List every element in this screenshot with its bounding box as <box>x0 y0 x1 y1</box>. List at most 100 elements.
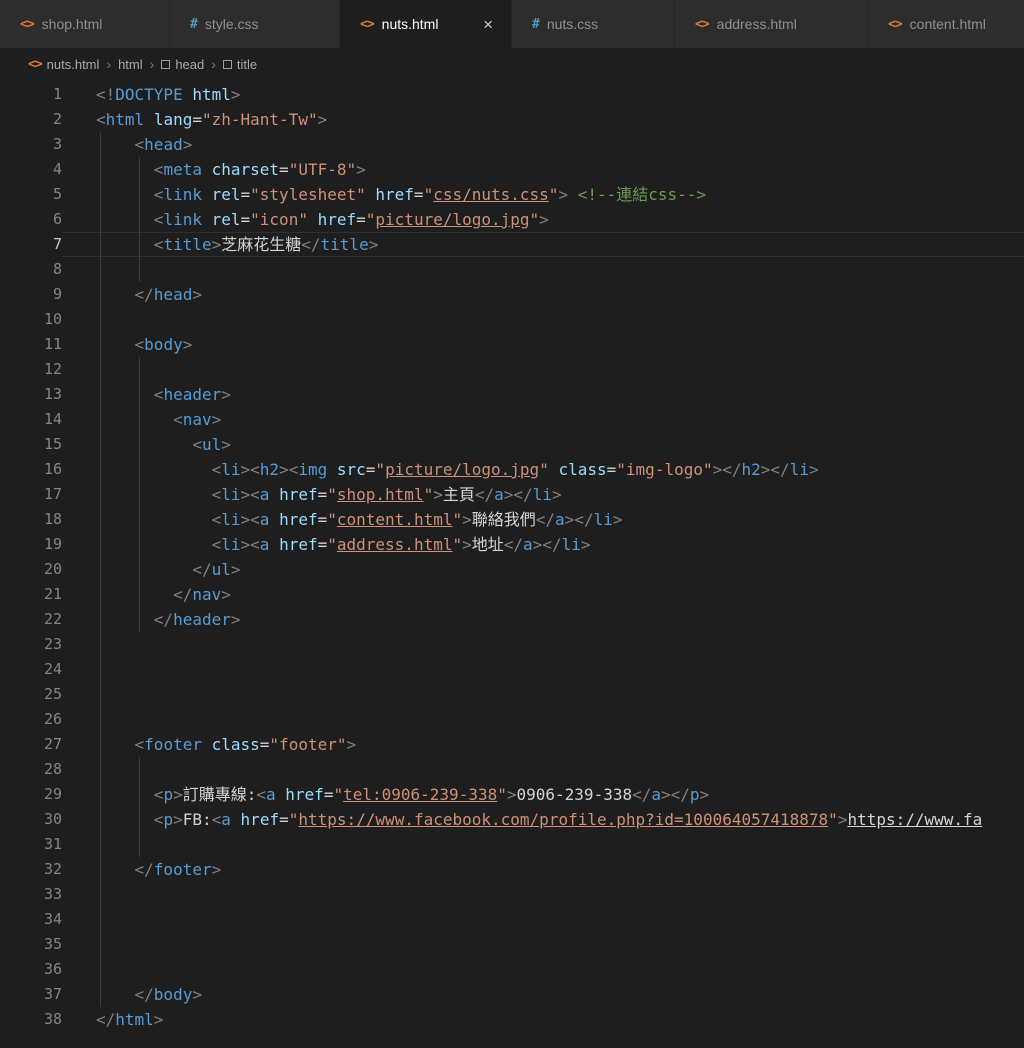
vscode-editor-window: <> shop.html # style.css <> nuts.html × # nuts.c… <box>0 0 1024 1048</box>
code-line-15[interactable]: 15 <ul> <box>0 432 1024 457</box>
breadcrumb-item-nuts.html[interactable]: <> nuts.html <box>28 57 99 72</box>
indent-guide <box>139 607 140 632</box>
token-op: = <box>317 535 328 554</box>
code-line-38[interactable]: 38 </html> <box>0 1007 1024 1032</box>
code-line-35[interactable]: 35 <box>0 932 1024 957</box>
code-line-31[interactable]: 31 <box>0 832 1024 857</box>
token-punct: < <box>211 460 222 479</box>
code-line-14[interactable]: 14 <nav> <box>0 407 1024 432</box>
token-punct: </ <box>513 485 533 504</box>
token-punct: > <box>221 585 231 604</box>
indent-guide <box>139 157 140 182</box>
tab-style.css[interactable]: # style.css <box>170 0 340 48</box>
token-tag: meta <box>163 160 202 179</box>
token-strlink: picture/logo.jpg <box>375 210 530 229</box>
code-line-20[interactable]: 20 </ul> <box>0 557 1024 582</box>
code-line-30[interactable]: 30 <p>FB:<a href="https://www.facebook.c… <box>0 807 1024 832</box>
token-tag: li <box>789 460 809 479</box>
token-punct: </ <box>153 610 174 629</box>
code-line-5[interactable]: 5 <link rel="stylesheet" href="css/nuts.… <box>0 182 1024 207</box>
token-tag: nav <box>192 585 222 604</box>
code-line-21[interactable]: 21 </nav> <box>0 582 1024 607</box>
token-attr: class <box>558 460 607 479</box>
code-line-24[interactable]: 24 <box>0 657 1024 682</box>
breadcrumb-label: title <box>236 56 258 72</box>
code-line-8[interactable]: 8 <box>0 257 1024 282</box>
token-punct: > <box>230 560 241 579</box>
code-line-27[interactable]: 27 <footer class="footer"> <box>0 732 1024 757</box>
breadcrumb-separator-icon: › <box>149 56 155 72</box>
token-punct: > <box>221 435 231 454</box>
code-line-16[interactable]: 16 <li><h2><img src="picture/logo.jpg" c… <box>0 457 1024 482</box>
indent-guide <box>100 732 101 757</box>
indent-guide <box>100 532 101 557</box>
code-line-1[interactable]: 1 <!DOCTYPE html> <box>0 82 1024 107</box>
line-number: 1 <box>52 85 62 103</box>
code-line-37[interactable]: 37 </body> <box>0 982 1024 1007</box>
line-number: 17 <box>43 485 62 503</box>
code-content <box>62 832 1024 857</box>
line-number: 34 <box>43 910 62 928</box>
indent-guide <box>100 332 101 357</box>
code-content <box>62 682 1024 707</box>
code-line-9[interactable]: 9 </head> <box>0 282 1024 307</box>
token-punct: < <box>250 510 260 529</box>
token-str: " <box>539 460 549 479</box>
token-tag: link <box>163 185 202 204</box>
code-line-17[interactable]: 17 <li><a href="shop.html">主頁</a></li> <box>0 482 1024 507</box>
token-punct: > <box>612 510 623 529</box>
tab-nuts.css[interactable]: # nuts.css <box>512 0 675 48</box>
breadcrumb-item-head[interactable]: head <box>161 57 204 72</box>
line-number: 11 <box>43 335 62 353</box>
code-line-33[interactable]: 33 <box>0 882 1024 907</box>
token-str: " <box>365 210 376 229</box>
code-line-22[interactable]: 22 </header> <box>0 607 1024 632</box>
code-content: </head> <box>62 282 1024 307</box>
code-content: <p>訂購專線:<a href="tel:0906-239-338">0906-… <box>62 782 1024 807</box>
token-punct: </ <box>770 460 790 479</box>
tab-content.html[interactable]: <> content.html <box>868 0 1024 48</box>
code-line-34[interactable]: 34 <box>0 907 1024 932</box>
code-content: <header> <box>62 382 1024 407</box>
code-line-7[interactable]: 7 <title>芝麻花生糖</title> <box>0 232 1024 257</box>
code-line-28[interactable]: 28 <box>0 757 1024 782</box>
code-line-29[interactable]: 29 <p>訂購專線:<a href="tel:0906-239-338">09… <box>0 782 1024 807</box>
breadcrumb-item-html[interactable]: html <box>118 57 143 72</box>
token-tag: a <box>651 785 661 804</box>
token-comment: <!--連結css--> <box>577 185 707 204</box>
code-line-19[interactable]: 19 <li><a href="address.html">地址</a></li… <box>0 532 1024 557</box>
code-line-2[interactable]: 2 <html lang="zh-Hant-Tw"> <box>0 107 1024 132</box>
code-line-6[interactable]: 6 <link rel="icon" href="picture/logo.jp… <box>0 207 1024 232</box>
code-line-23[interactable]: 23 <box>0 632 1024 657</box>
line-number: 15 <box>43 435 62 453</box>
indent-guide <box>139 782 140 807</box>
code-line-25[interactable]: 25 <box>0 682 1024 707</box>
code-line-36[interactable]: 36 <box>0 957 1024 982</box>
code-line-32[interactable]: 32 </footer> <box>0 857 1024 882</box>
token-tag: li <box>532 485 552 504</box>
token-strlink: content.html <box>336 510 453 529</box>
code-line-4[interactable]: 4 <meta charset="UTF-8"> <box>0 157 1024 182</box>
tab-shop.html[interactable]: <> shop.html <box>0 0 170 48</box>
code-editor[interactable]: 1 <!DOCTYPE html> 2 <html lang="zh-Hant-Tw"… <box>0 80 1024 1048</box>
code-line-10[interactable]: 10 <box>0 307 1024 332</box>
tab-nuts.html[interactable]: <> nuts.html × <box>340 0 512 48</box>
code-line-13[interactable]: 13 <header> <box>0 382 1024 407</box>
code-line-26[interactable]: 26 <box>0 707 1024 732</box>
code-line-12[interactable]: 12 <box>0 357 1024 382</box>
close-icon[interactable]: × <box>479 14 497 35</box>
breadcrumb-item-title[interactable]: title <box>222 56 258 72</box>
token-punct: > <box>661 785 671 804</box>
code-line-11[interactable]: 11 <body> <box>0 332 1024 357</box>
tab-address.html[interactable]: <> address.html <box>675 0 868 48</box>
indent-guide <box>139 807 140 832</box>
code-line-3[interactable]: 3 <head> <box>0 132 1024 157</box>
token-punct: </ <box>173 585 193 604</box>
code-content: <body> <box>62 332 1024 357</box>
code-line-18[interactable]: 18 <li><a href="content.html">聯絡我們</a></… <box>0 507 1024 532</box>
token-tag: html <box>115 1010 154 1029</box>
